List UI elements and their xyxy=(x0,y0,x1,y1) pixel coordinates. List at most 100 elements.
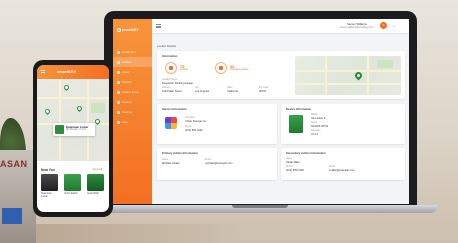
locker-icon xyxy=(165,62,177,74)
locker-card-image[interactable] xyxy=(41,174,58,191)
section-title: Near You xyxy=(41,168,55,172)
sidebar-item-dashboard[interactable]: Dashboard xyxy=(113,47,152,57)
field-value: 1234 Main Street xyxy=(162,90,182,93)
hamburger-menu-icon[interactable] xyxy=(156,24,161,28)
brand-name: smartKEY xyxy=(122,28,139,32)
owner-card-title: Owner Information xyxy=(162,107,187,111)
locker-icon xyxy=(215,62,227,74)
laptop-notch xyxy=(232,205,288,208)
page-title: Locker Details xyxy=(157,44,177,48)
field-key: Phone xyxy=(286,166,293,168)
overview-card-title: Information xyxy=(162,54,178,58)
field-key: Serial xyxy=(311,122,317,124)
phone-map[interactable]: Downtown Locker SK Rentals · 0.4 mi xyxy=(37,79,109,161)
field-value: SK2024-00731 xyxy=(311,125,329,128)
secondary-admin-card: Secondary Admin Information Name Sarah M… xyxy=(281,148,405,180)
sidebar-item-label: Help xyxy=(122,120,128,124)
primary-admin-card: Primary Admin Information Name Michael J… xyxy=(157,148,277,180)
field-key: Firmware xyxy=(311,130,321,132)
avatar[interactable]: S xyxy=(380,22,387,29)
user-email: steven.williams@smartkey.com xyxy=(340,26,374,29)
stat-lockers: 75 Lockers xyxy=(165,62,188,74)
sidebar-item-label: Access Rules xyxy=(122,90,139,94)
map-pin-icon[interactable] xyxy=(62,83,71,92)
chevron-down-icon[interactable]: ⌄ xyxy=(392,23,395,28)
sidebar-nav: Dashboard Lockers Users Rentals Access R… xyxy=(113,47,152,127)
field-key: Company xyxy=(185,117,195,119)
field-key: Address xyxy=(162,87,171,89)
field-value: (213) 555-0199 xyxy=(286,169,304,172)
rentals-icon xyxy=(117,80,120,84)
map-road xyxy=(325,56,327,95)
locker-card-caption: Grand Park xyxy=(87,193,99,195)
field-value: smiller@example.com xyxy=(329,169,355,172)
primary-admin-card-title: Primary Admin Information xyxy=(162,151,198,155)
field-key: Name xyxy=(286,158,293,160)
stat-occupied: 20 Occupied Lockers xyxy=(215,62,248,74)
sidebar-item-rentals[interactable]: Rentals xyxy=(113,77,152,87)
field-value: Urban Storage Co. xyxy=(185,120,207,123)
map-pin-icon[interactable] xyxy=(75,104,84,113)
secondary-admin-card-title: Secondary Admin Information xyxy=(286,151,326,155)
sidebar-item-access-rules[interactable]: Access Rules xyxy=(113,87,152,97)
owner-card: Owner Information Company Urban Storage … xyxy=(157,104,277,144)
hamburger-menu-icon[interactable] xyxy=(41,70,45,73)
key-icon xyxy=(117,90,120,94)
map-road xyxy=(367,56,369,95)
dashboard-icon xyxy=(117,50,120,54)
map-pin-icon[interactable] xyxy=(353,70,364,81)
map-popup[interactable]: Downtown Locker SK Rentals · 0.4 mi xyxy=(53,123,95,136)
sidebar-item-reports[interactable]: Reports xyxy=(113,97,152,107)
sidebar-item-help[interactable]: Help xyxy=(113,117,152,127)
locker-thumbnail xyxy=(55,125,64,134)
sidebar-item-label: Rentals xyxy=(122,80,132,84)
locker-card-image[interactable] xyxy=(87,174,104,191)
brand-name: smartKEY xyxy=(57,69,77,74)
field-key: Zip Code xyxy=(259,87,269,89)
field-value: (213) 555-0142 xyxy=(185,129,203,132)
phone-screen: smartKEY Downtown Locker SK Rentals · 0.… xyxy=(37,65,109,212)
sidebar-item-label: Settings xyxy=(122,110,133,114)
field-key: Name xyxy=(162,159,169,161)
background-floor xyxy=(36,224,236,243)
laptop-screen: smartKEY Dashboard Lockers Users Rentals… xyxy=(113,19,409,204)
map-road xyxy=(37,97,109,99)
popup-subtitle: SK Rentals · 0.4 mi xyxy=(66,129,86,131)
map-road xyxy=(295,70,401,72)
map-road xyxy=(87,79,89,161)
field-key: State xyxy=(227,87,233,89)
background-blue-sign xyxy=(2,208,22,224)
sidebar-item-users[interactable]: Users xyxy=(113,67,152,77)
location-map[interactable] xyxy=(295,56,401,95)
locker-card-image[interactable] xyxy=(64,174,81,191)
view-all-link[interactable]: View All xyxy=(93,168,102,171)
map-road xyxy=(59,79,61,161)
map-park xyxy=(91,103,105,113)
field-key: Location Name xyxy=(162,79,178,81)
phone-header: smartKEY xyxy=(37,65,109,79)
locker-icon xyxy=(117,60,120,64)
locker-card-caption: Union Station xyxy=(64,193,78,195)
help-icon xyxy=(117,120,120,124)
field-key: Phone xyxy=(185,126,192,128)
smartkey-logo-icon xyxy=(117,28,121,33)
sidebar-item-settings[interactable]: Settings xyxy=(113,107,152,117)
stat-label: Occupied Lockers xyxy=(230,69,249,71)
field-value: v3.2.1 xyxy=(311,133,319,136)
map-pin-icon[interactable] xyxy=(43,107,52,116)
locker-card-caption: Downtown Locker xyxy=(41,193,52,198)
map-park xyxy=(377,60,393,68)
sidebar-brand-logo[interactable]: smartKEY xyxy=(117,28,139,33)
gear-icon xyxy=(117,110,120,114)
field-value: Los Angeles xyxy=(195,90,210,93)
field-key: Email xyxy=(205,159,211,161)
top-bar: Steven Williams steven.williams@smartkey… xyxy=(152,19,409,34)
field-value: California xyxy=(227,90,238,93)
sidebar-item-lockers[interactable]: Lockers xyxy=(113,57,152,67)
field-value: SK-Locker 3 xyxy=(311,117,326,120)
users-icon xyxy=(117,70,120,74)
device-card-title: Device Information xyxy=(286,107,312,111)
field-value: 90017 xyxy=(259,90,267,93)
field-value: Downtown Parking Garage xyxy=(162,82,193,85)
stat-label: Lockers xyxy=(180,69,189,71)
